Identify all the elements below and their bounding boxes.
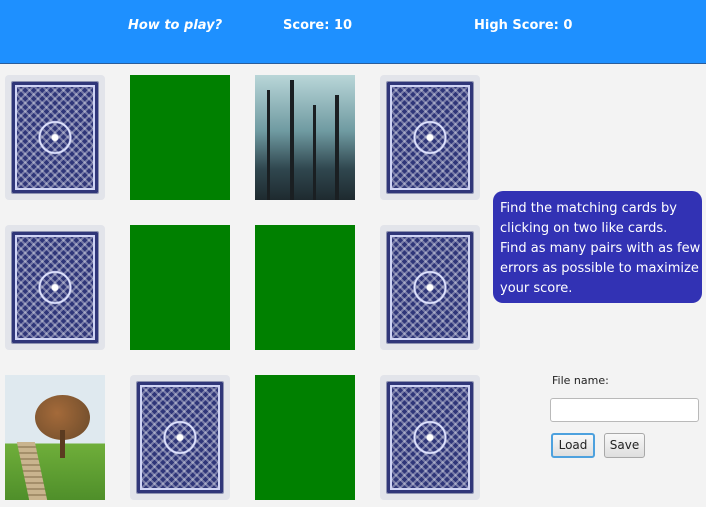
card-matched [255,225,355,350]
card-hill-tree-image[interactable] [5,375,105,500]
card-back[interactable] [5,225,105,350]
instructions-line: Find as many pairs with as few [500,241,701,256]
card-back[interactable] [130,375,230,500]
file-name-label: File name: [552,374,609,387]
card-back-pattern-icon [11,231,99,344]
load-button[interactable]: Load [551,433,595,458]
card-back-pattern-icon [386,381,474,494]
save-button[interactable]: Save [604,433,645,458]
instructions-line: Find the matching cards by [500,201,677,216]
how-to-play-link[interactable]: How to play? [128,18,222,33]
instructions-panel: Find the matching cards by clicking on t… [493,191,702,303]
card-back-pattern-icon [386,81,474,194]
instructions-line: your score. [500,281,573,296]
card-back[interactable] [5,75,105,200]
card-matched [255,375,355,500]
card-back[interactable] [380,225,480,350]
card-forest-image[interactable] [255,75,355,200]
card-back[interactable] [380,75,480,200]
file-name-input[interactable] [550,398,699,422]
high-score-label: High Score: 0 [474,18,573,33]
header-bar: How to play? Score: 10 High Score: 0 [0,0,706,64]
card-matched [130,225,230,350]
instructions-line: clicking on two like cards. [500,221,668,236]
card-back-pattern-icon [11,81,99,194]
card-back-pattern-icon [136,381,224,494]
card-back-pattern-icon [386,231,474,344]
card-back[interactable] [380,375,480,500]
card-matched [130,75,230,200]
score-label: Score: 10 [283,18,353,33]
instructions-line: errors as possible to maximize [500,261,699,276]
